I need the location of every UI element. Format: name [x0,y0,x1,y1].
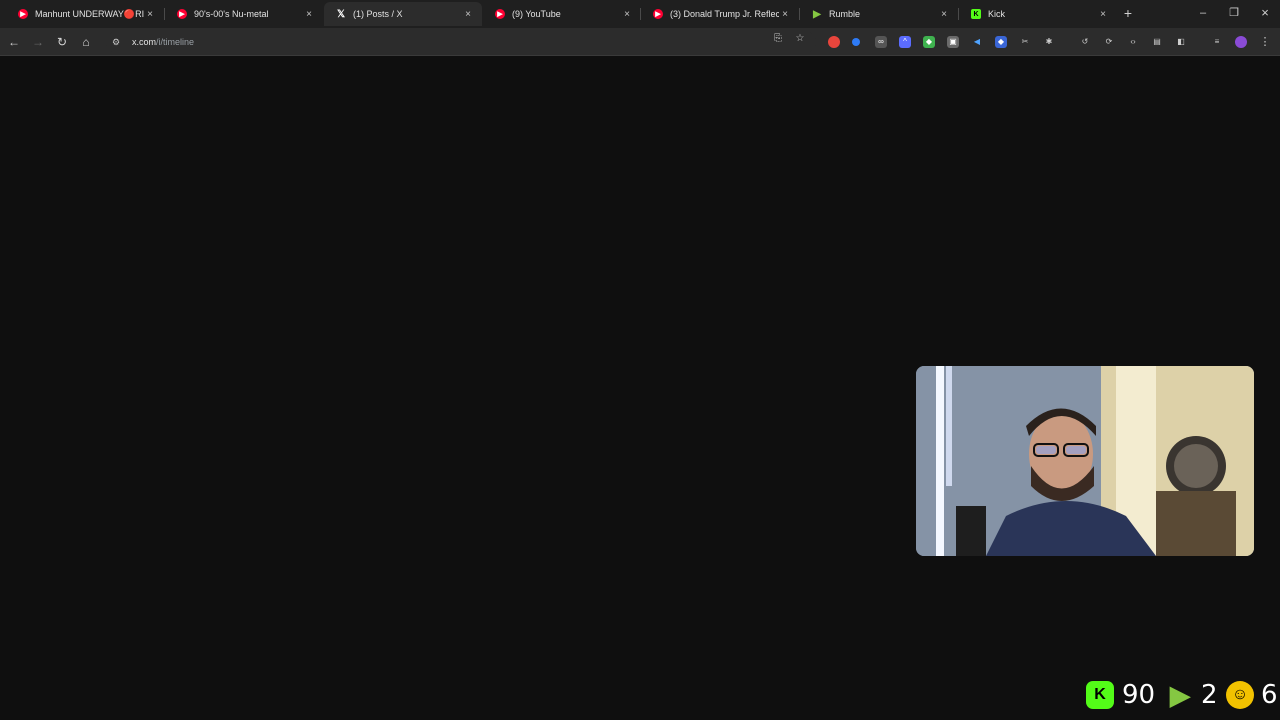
tab-title: Manhunt UNDERWAY🔴RIP [35,8,144,19]
twitch-icon: ☺ [1226,681,1254,709]
tab-title: Kick [988,9,1006,19]
extension-blue-shield-icon[interactable]: ◆ [995,36,1007,48]
bookmark-star-icon[interactable]: ☆ [793,32,807,46]
close-icon[interactable]: × [462,9,474,20]
close-icon[interactable]: × [779,9,791,20]
browser-toolbar: ← → ↻ ⌂ ⚙ x.com/i/timeline ⎘ ☆ ∞ ^ ◆ ▣ ◀… [0,28,1280,56]
extension-window-icon[interactable]: ▣ [947,36,959,48]
youtube-icon: ▶ [18,9,28,19]
home-button[interactable]: ⌂ [78,34,94,50]
tab-title: Rumble [829,9,861,19]
x-icon: 𝕏 [336,8,346,20]
webcam-scene [916,366,1254,556]
tab-strip: ▶ Manhunt UNDERWAY🔴RIP × ▶ 90's-00's Nu-… [0,0,1280,28]
media-control-icon[interactable]: ≡ [1211,36,1223,48]
tab-posts-x[interactable]: 𝕏 (1) Posts / X × [324,2,482,26]
youtube-icon: ▶ [653,9,663,19]
side-panel-icon[interactable]: ◧ [1175,36,1187,48]
url-host: x.com [132,37,157,47]
minimize-button[interactable]: – [1196,5,1210,21]
tab-donald-trump-jr[interactable]: ▶ (3) Donald Trump Jr. Reflects on × [641,2,799,26]
history-icon[interactable]: ↺ [1079,36,1091,48]
tab-nu-metal[interactable]: ▶ 90's-00's Nu-metal × [165,2,323,26]
tab-rumble[interactable]: ▶ Rumble × [800,2,958,26]
close-icon[interactable]: × [303,9,315,20]
rumble-icon: ▶ [1170,679,1190,710]
extension-glasses-icon[interactable]: ∞ [875,36,887,48]
devtools-icon[interactable]: ‹› [1127,36,1139,48]
kick-viewer-count: 90 [1122,680,1156,710]
close-icon[interactable]: × [621,9,633,20]
rumble-icon: ▶ [813,8,821,20]
tab-manhunt[interactable]: ▶ Manhunt UNDERWAY🔴RIP × [6,2,164,26]
maximize-button[interactable]: ❐ [1227,5,1241,21]
extension-blue-dot-icon[interactable] [852,38,860,46]
tab-title: (3) Donald Trump Jr. Reflects on [670,9,779,19]
extension-tools-icon[interactable]: ✂ [1019,36,1031,48]
rumble-viewer-count: 2 [1201,680,1218,710]
extension-arc-icon[interactable]: ^ [899,36,911,48]
extensions-puzzle-icon[interactable]: ✱ [1043,36,1055,48]
site-info-icon[interactable]: ⚙ [110,37,122,48]
new-tab-button[interactable]: + [1121,5,1135,21]
youtube-icon: ▶ [495,9,505,19]
tab-title: 90's-00's Nu-metal [194,9,269,19]
extension-colorful-icon[interactable] [828,36,840,48]
install-app-icon[interactable]: ⎘ [771,32,785,46]
reading-list-icon[interactable]: ▤ [1151,36,1163,48]
tab-title: (9) YouTube [512,9,561,19]
menu-kebab-icon[interactable]: ⋮ [1259,36,1271,48]
close-icon[interactable]: × [144,9,156,20]
close-icon[interactable]: × [1097,9,1109,20]
close-icon[interactable]: × [938,9,950,20]
forward-button[interactable]: → [30,34,46,50]
webcam-overlay [916,366,1254,556]
kick-icon: K [1086,681,1114,709]
tab-title: (1) Posts / X [353,9,403,19]
tab-youtube[interactable]: ▶ (9) YouTube × [483,2,641,26]
youtube-music-icon: ▶ [177,9,187,19]
tab-kick[interactable]: K Kick × [959,2,1117,26]
twitch-viewer-count: 6 [1261,680,1278,710]
kick-icon: K [971,9,981,19]
back-button[interactable]: ← [6,34,22,50]
downloads-icon[interactable]: ⟳ [1103,36,1115,48]
extension-shield-icon[interactable]: ◆ [923,36,935,48]
url-path: /i/timeline [156,37,195,47]
close-window-button[interactable]: × [1258,5,1272,21]
reload-button[interactable]: ↻ [54,34,70,50]
address-bar[interactable]: ⚙ x.com/i/timeline [106,31,816,53]
profile-avatar[interactable] [1235,36,1247,48]
extension-sound-icon[interactable]: ◀ [971,36,983,48]
